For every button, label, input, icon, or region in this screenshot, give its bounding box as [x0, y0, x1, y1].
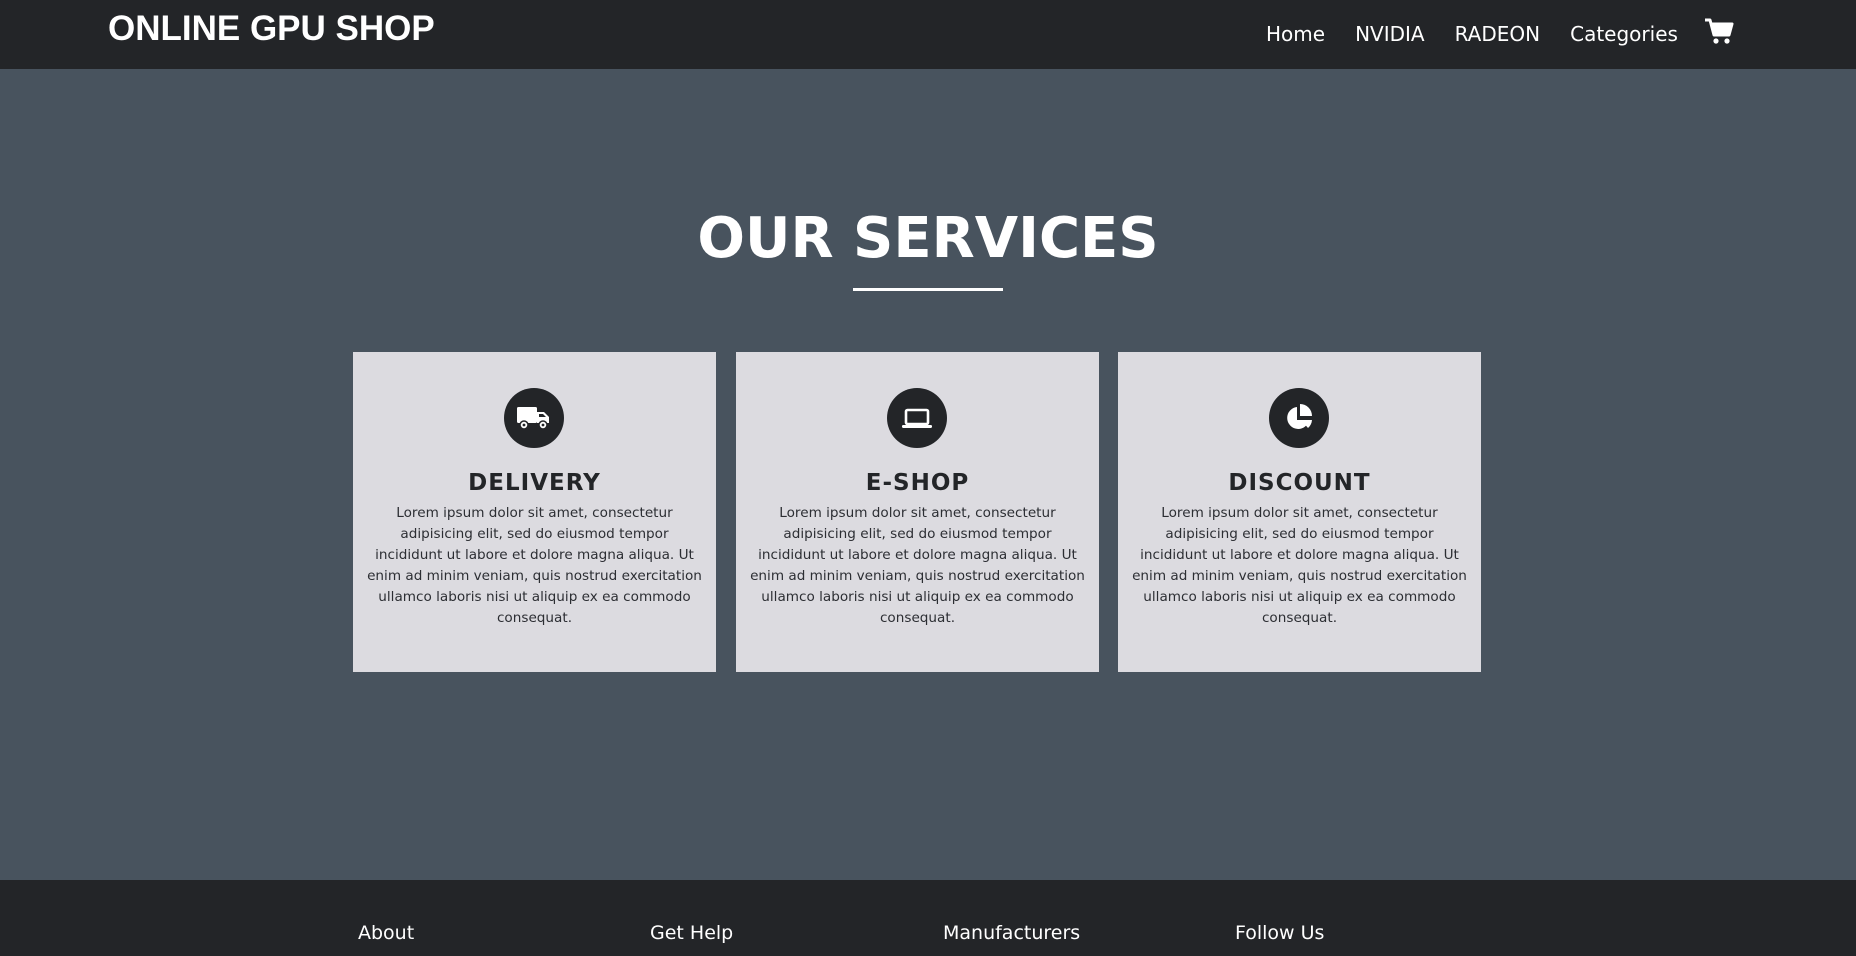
pie-chart-icon [1269, 388, 1329, 448]
nav-link-nvidia[interactable]: NVIDIA [1355, 22, 1425, 46]
footer-heading: Get Help [650, 922, 734, 944]
card-title: DELIVERY [468, 470, 601, 496]
site-logo[interactable]: ONLINE GPU SHOP [108, 9, 435, 49]
service-card-discount: DISCOUNT Lorem ipsum dolor sit amet, con… [1118, 352, 1481, 672]
footer-column-about: About [358, 922, 414, 944]
title-underline [853, 288, 1003, 291]
footer-column-follow-us: Follow Us [1235, 922, 1324, 944]
services-title: OUR SERVICES [697, 206, 1159, 271]
nav-links: Home NVIDIA RADEON Categories [1266, 19, 1708, 49]
nav-link-home[interactable]: Home [1266, 22, 1325, 46]
card-title: E-SHOP [865, 470, 970, 496]
truck-icon [504, 388, 564, 448]
card-description: Lorem ipsum dolor sit amet, consectetur … [367, 505, 702, 626]
site-footer: About Get Help Manufacturers Follow Us [0, 880, 1856, 956]
nav-link-categories[interactable]: Categories [1570, 22, 1678, 46]
card-description: Lorem ipsum dolor sit amet, consectetur … [1132, 505, 1467, 626]
footer-heading: Follow Us [1235, 922, 1325, 944]
footer-heading: Manufacturers [943, 922, 1081, 944]
footer-column-get-help: Get Help [650, 922, 733, 944]
nav-link-radeon[interactable]: RADEON [1455, 22, 1541, 46]
footer-column-manufacturers: Manufacturers [943, 922, 1080, 944]
footer-heading: About [358, 922, 415, 944]
card-description: Lorem ipsum dolor sit amet, consectetur … [750, 505, 1085, 626]
service-card-eshop: E-SHOP Lorem ipsum dolor sit amet, conse… [736, 352, 1099, 672]
card-title: DISCOUNT [1228, 470, 1371, 496]
top-navbar: ONLINE GPU SHOP Home NVIDIA RADEON Categ… [0, 0, 1856, 69]
shopping-cart-icon[interactable] [1704, 17, 1734, 45]
laptop-icon [887, 388, 947, 448]
service-card-delivery: DELIVERY Lorem ipsum dolor sit amet, con… [353, 352, 716, 672]
